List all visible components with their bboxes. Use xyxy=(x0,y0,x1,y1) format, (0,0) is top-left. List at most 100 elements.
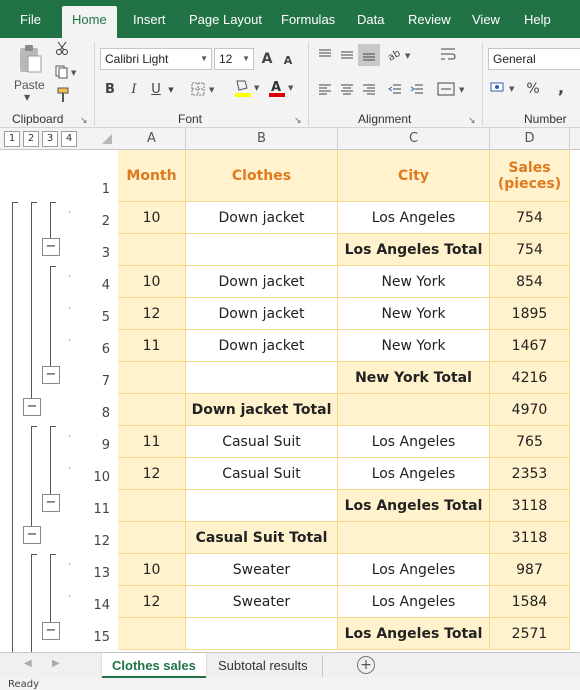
align-bottom-icon[interactable] xyxy=(358,44,380,66)
align-right-icon[interactable] xyxy=(360,80,378,98)
column-header-d[interactable]: D xyxy=(490,128,570,150)
cell-month[interactable]: 10 xyxy=(118,554,186,586)
cell-sales[interactable]: 4216 xyxy=(490,362,570,394)
cell-sales[interactable]: 1584 xyxy=(490,586,570,618)
align-center-icon[interactable] xyxy=(338,80,356,98)
cell-clothes[interactable] xyxy=(186,618,338,650)
font-launcher-icon[interactable]: ↘ xyxy=(294,116,302,126)
fill-color-icon[interactable]: ▼ xyxy=(232,78,264,98)
column-header-b[interactable]: B xyxy=(186,128,338,150)
cell-month[interactable] xyxy=(118,618,186,650)
cell-month[interactable] xyxy=(118,522,186,554)
outline-level-3-button[interactable]: 3 xyxy=(42,131,58,147)
row-header[interactable]: 14 xyxy=(88,598,118,613)
cell-city[interactable]: Los Angeles Total xyxy=(338,490,490,522)
cell-month[interactable]: 12 xyxy=(118,458,186,490)
merge-center-icon[interactable]: ▼ xyxy=(436,80,468,98)
cell-city[interactable]: New York xyxy=(338,266,490,298)
row-header[interactable]: 12 xyxy=(88,534,118,549)
comma-button[interactable]: , xyxy=(554,78,568,97)
paste-icon[interactable] xyxy=(10,42,50,76)
outline-level-1-button[interactable]: 1 xyxy=(4,131,20,147)
font-color-icon[interactable]: A ▼ xyxy=(266,78,298,98)
number-format-combo[interactable]: General xyxy=(488,48,580,70)
header-cell-sales[interactable]: Sales (pieces) xyxy=(490,150,570,202)
decrease-indent-icon[interactable] xyxy=(386,80,404,98)
column-header-c[interactable]: C xyxy=(338,128,490,150)
cell-sales[interactable]: 987 xyxy=(490,554,570,586)
chevron-down-icon[interactable]: ▼ xyxy=(166,83,176,97)
tab-view[interactable]: View xyxy=(472,0,500,38)
cell-month[interactable] xyxy=(118,362,186,394)
row-header[interactable]: 9 xyxy=(88,438,118,453)
borders-icon[interactable]: ▼ xyxy=(190,80,220,98)
cell-clothes[interactable] xyxy=(186,234,338,266)
cell-city[interactable] xyxy=(338,522,490,554)
collapse-group-button[interactable]: − xyxy=(23,526,41,544)
italic-button[interactable]: I xyxy=(126,80,142,98)
sheet-tab-clothes-sales[interactable]: Clothes sales xyxy=(102,653,206,678)
cell-clothes[interactable]: Casual Suit Total xyxy=(186,522,338,554)
align-middle-icon[interactable] xyxy=(338,46,356,64)
cell-month[interactable]: 10 xyxy=(118,266,186,298)
grow-font-icon[interactable]: A xyxy=(258,50,276,68)
cell-month[interactable]: 10 xyxy=(118,202,186,234)
header-cell-month[interactable]: Month xyxy=(118,150,186,202)
cell-month[interactable]: 11 xyxy=(118,426,186,458)
cell-city[interactable]: Los Angeles xyxy=(338,586,490,618)
orientation-icon[interactable]: ab ▼ xyxy=(386,46,414,64)
clipboard-launcher-icon[interactable]: ↘ xyxy=(80,116,88,126)
cell-sales[interactable]: 3118 xyxy=(490,522,570,554)
cell-month[interactable] xyxy=(118,234,186,266)
tab-data[interactable]: Data xyxy=(357,0,384,38)
row-header[interactable]: 3 xyxy=(88,246,118,261)
percent-button[interactable]: % xyxy=(524,80,542,98)
cell-city[interactable]: Los Angeles Total xyxy=(338,618,490,650)
cell-clothes[interactable]: Casual Suit xyxy=(186,458,338,490)
cell-sales[interactable]: 754 xyxy=(490,202,570,234)
cell-city[interactable]: New York xyxy=(338,298,490,330)
header-cell-clothes[interactable]: Clothes xyxy=(186,150,338,202)
align-top-icon[interactable] xyxy=(316,46,334,64)
bold-button[interactable]: B xyxy=(102,80,118,98)
cell-sales[interactable]: 765 xyxy=(490,426,570,458)
cell-sales[interactable]: 754 xyxy=(490,234,570,266)
cell-clothes[interactable]: Down jacket xyxy=(186,202,338,234)
cell-clothes[interactable]: Sweater xyxy=(186,554,338,586)
cut-icon[interactable] xyxy=(54,40,70,56)
cell-city[interactable]: Los Angeles Total xyxy=(338,234,490,266)
cell-clothes[interactable]: Sweater xyxy=(186,586,338,618)
cell-month[interactable] xyxy=(118,394,186,426)
tab-formulas[interactable]: Formulas xyxy=(281,0,335,38)
shrink-font-icon[interactable]: A xyxy=(280,52,296,68)
row-header[interactable]: 10 xyxy=(88,470,118,485)
increase-indent-icon[interactable] xyxy=(408,80,426,98)
row-header[interactable]: 1 xyxy=(88,182,118,197)
cell-city[interactable]: Los Angeles xyxy=(338,426,490,458)
format-painter-icon[interactable] xyxy=(54,86,72,104)
cell-month[interactable]: 12 xyxy=(118,298,186,330)
cell-city[interactable]: Los Angeles xyxy=(338,554,490,586)
accounting-format-icon[interactable]: ▼ xyxy=(488,78,520,98)
cell-clothes[interactable]: Down jacket xyxy=(186,298,338,330)
scroll-right-icon[interactable]: ▶ xyxy=(52,658,60,669)
cell-sales[interactable]: 4970 xyxy=(490,394,570,426)
cell-clothes[interactable]: Down jacket xyxy=(186,330,338,362)
row-header[interactable]: 2 xyxy=(88,214,118,229)
font-size-combo[interactable]: 12 ▼ xyxy=(214,48,254,70)
paste-dropdown-icon[interactable]: ▼ xyxy=(24,93,30,102)
cell-sales[interactable]: 2353 xyxy=(490,458,570,490)
cell-month[interactable] xyxy=(118,490,186,522)
cell-sales[interactable]: 1895 xyxy=(490,298,570,330)
row-header[interactable]: 6 xyxy=(88,342,118,357)
cell-clothes[interactable]: Down jacket Total xyxy=(186,394,338,426)
tab-page-layout[interactable]: Page Layout xyxy=(189,0,262,38)
alignment-launcher-icon[interactable]: ↘ xyxy=(468,116,476,126)
tab-home[interactable]: Home xyxy=(62,6,117,38)
underline-button[interactable]: U xyxy=(148,80,164,98)
wrap-text-icon[interactable] xyxy=(438,44,458,64)
cell-city[interactable]: New York Total xyxy=(338,362,490,394)
cell-month[interactable]: 12 xyxy=(118,586,186,618)
scroll-left-icon[interactable]: ◀ xyxy=(24,658,32,669)
collapse-group-button[interactable]: − xyxy=(42,238,60,256)
